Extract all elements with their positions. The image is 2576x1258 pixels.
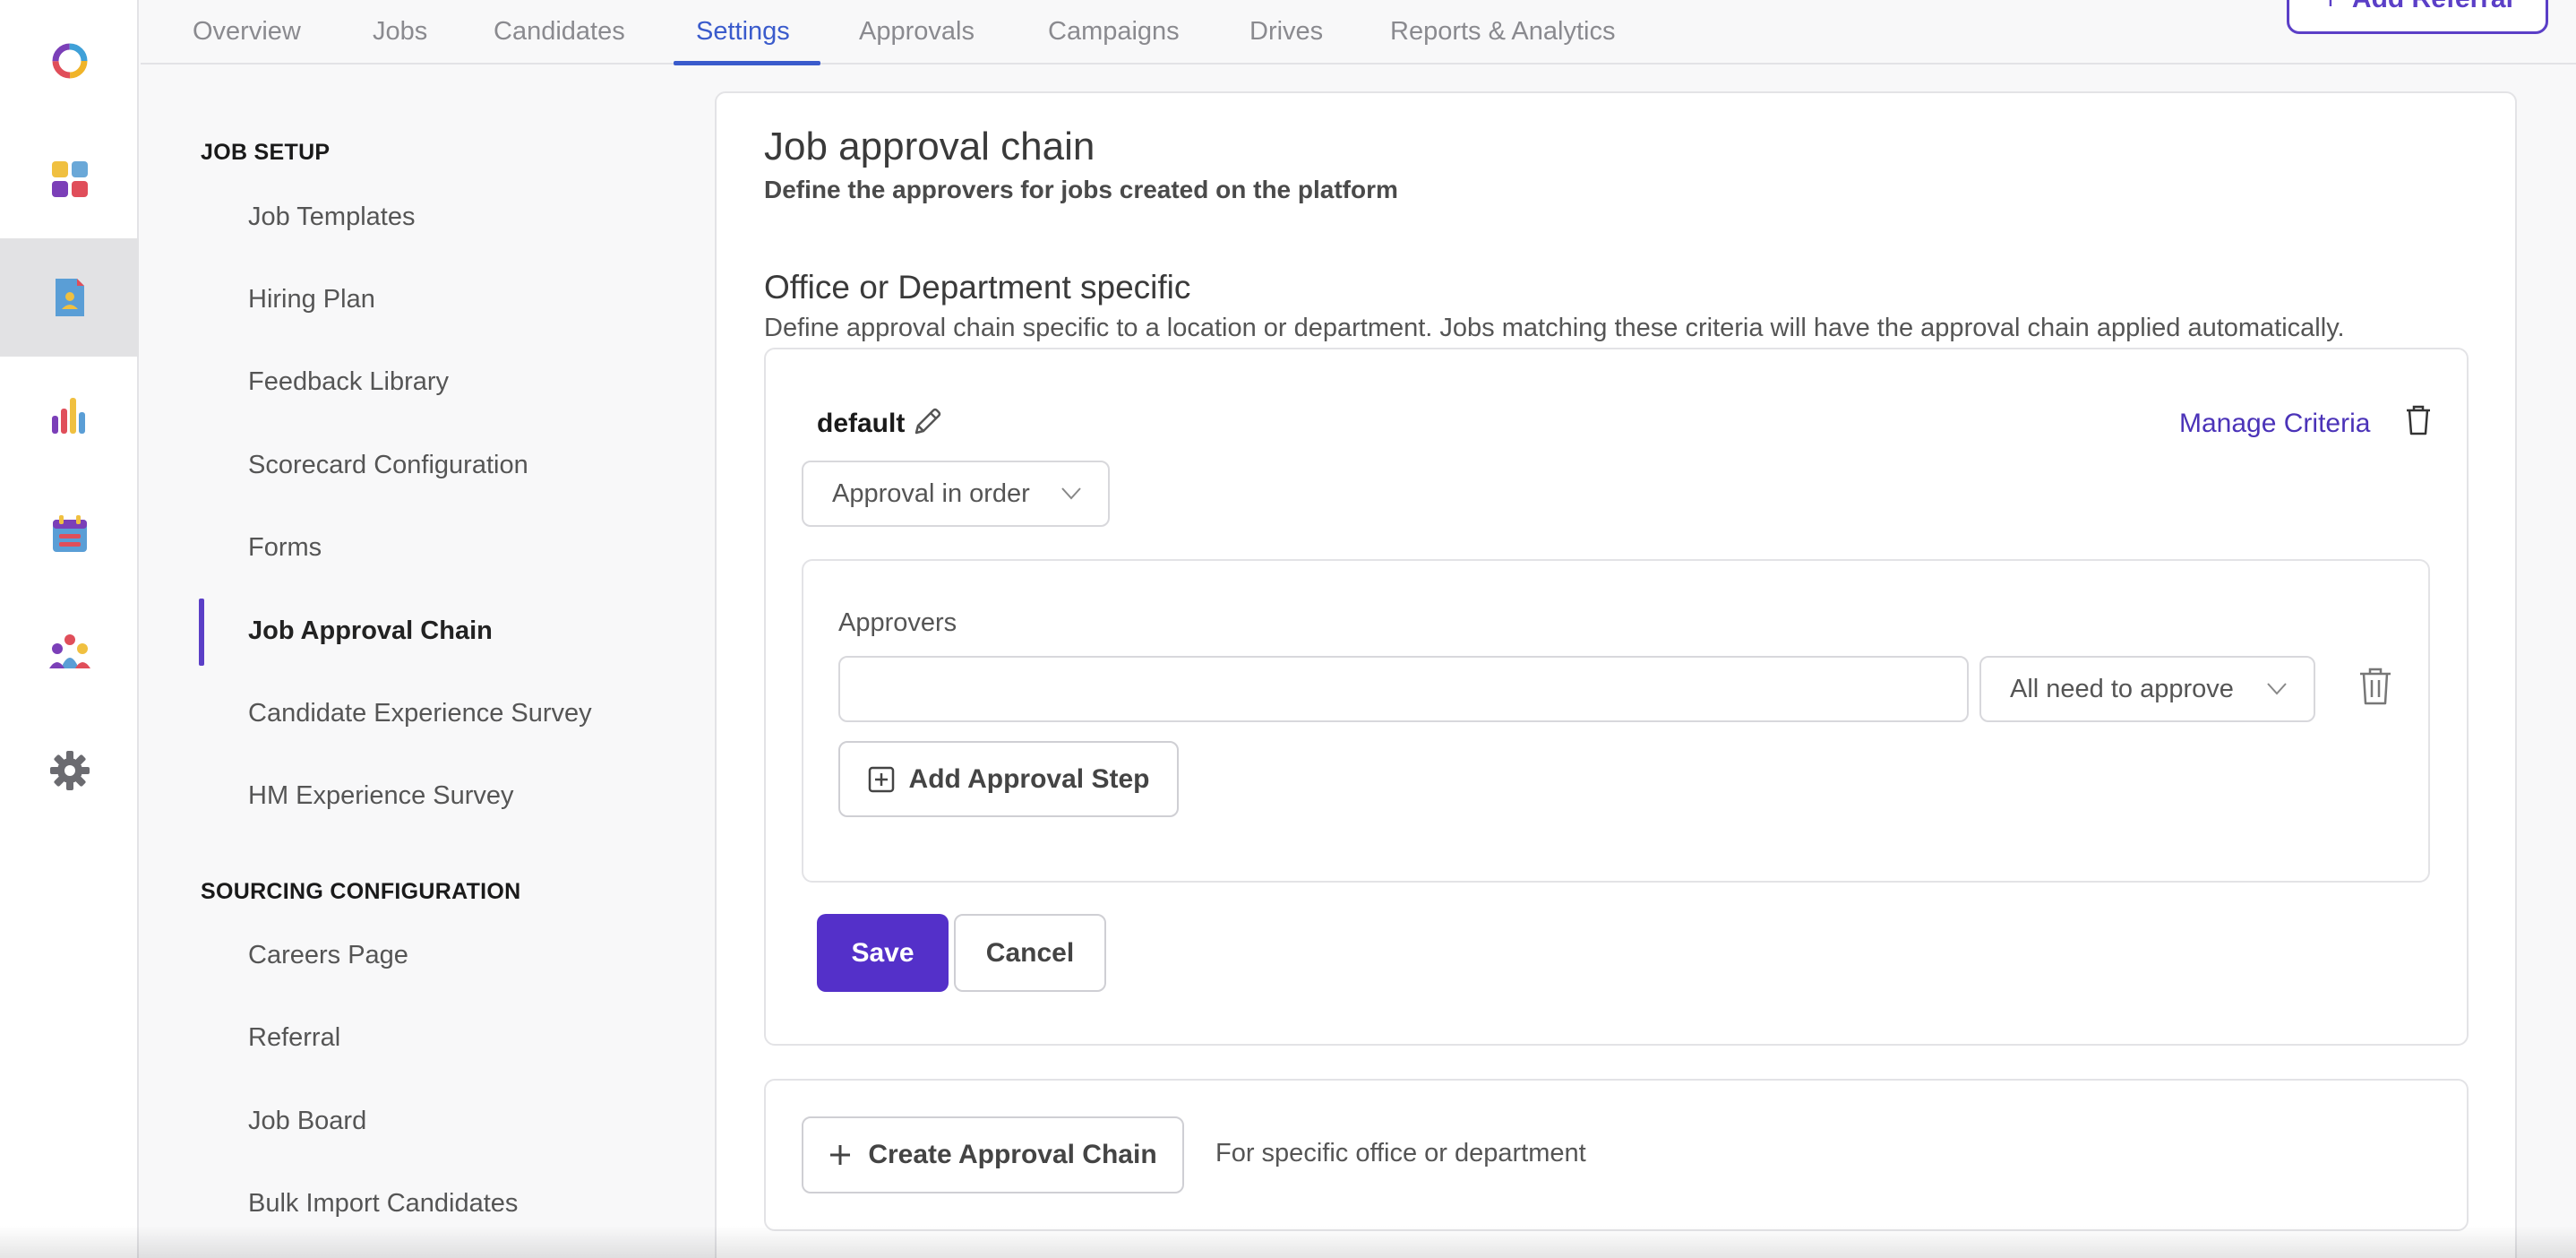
- sidebar-item-feedback-library[interactable]: Feedback Library: [248, 367, 449, 397]
- active-tab-indicator: [674, 61, 820, 65]
- sidebar-item-forms[interactable]: Forms: [248, 533, 322, 563]
- sidebar-item-hm-experience-survey[interactable]: HM Experience Survey: [248, 781, 514, 811]
- create-approval-chain-note: For specific office or department: [1215, 1139, 1586, 1168]
- create-approval-chain-label: Create Approval Chain: [868, 1140, 1157, 1169]
- cancel-button[interactable]: Cancel: [954, 914, 1106, 992]
- rail-item-dashboard[interactable]: [0, 120, 139, 238]
- plus-icon: +: [2322, 0, 2340, 17]
- sidebar-item-hiring-plan[interactable]: Hiring Plan: [248, 285, 375, 314]
- approval-rule-select[interactable]: All need to approve: [1979, 656, 2315, 722]
- sidebar-item-candidate-experience-survey[interactable]: Candidate Experience Survey: [248, 699, 592, 728]
- add-referral-label: Add Referral: [2352, 0, 2513, 14]
- page-subtitle: Define the approvers for jobs created on…: [764, 176, 1398, 203]
- tab-jobs[interactable]: Jobs: [373, 0, 427, 65]
- sidebar-item-job-templates[interactable]: Job Templates: [248, 202, 415, 232]
- tab-approvals[interactable]: Approvals: [859, 0, 975, 65]
- section-description: Define approval chain specific to a loca…: [764, 314, 2345, 342]
- sidebar-item-careers-page[interactable]: Careers Page: [248, 941, 408, 970]
- rail-item-home[interactable]: [0, 2, 139, 120]
- tab-drives[interactable]: Drives: [1249, 0, 1323, 65]
- create-approval-chain-button[interactable]: Create Approval Chain: [802, 1116, 1184, 1193]
- trash-icon[interactable]: [2358, 667, 2392, 706]
- icon-rail: [0, 0, 139, 1258]
- save-button[interactable]: Save: [817, 914, 949, 992]
- sidebar-section-sourcing: SOURCING CONFIGURATION: [201, 879, 521, 904]
- calendar-icon: [52, 515, 87, 552]
- section-title: Office or Department specific: [764, 269, 1191, 306]
- plus-square-icon: [868, 766, 894, 792]
- add-approval-step-button[interactable]: Add Approval Step: [838, 741, 1179, 817]
- dashboard-icon: [51, 161, 88, 197]
- approval-rule-value: All need to approve: [2010, 674, 2234, 703]
- gear-icon: [49, 751, 90, 790]
- add-referral-button[interactable]: + Add Referral: [2287, 0, 2548, 34]
- add-approval-step-label: Add Approval Step: [908, 763, 1150, 794]
- approval-order-value: Approval in order: [832, 478, 1030, 508]
- sidebar-item-scorecard-configuration[interactable]: Scorecard Configuration: [248, 451, 528, 480]
- tab-candidates[interactable]: Candidates: [494, 0, 625, 65]
- manage-criteria-link[interactable]: Manage Criteria: [2179, 409, 2370, 439]
- tab-overview[interactable]: Overview: [193, 0, 301, 65]
- chevron-down-icon: [1061, 487, 1081, 500]
- tab-reports-analytics[interactable]: Reports & Analytics: [1390, 0, 1615, 65]
- chevron-down-icon: [2267, 683, 2287, 695]
- sidebar-section-job-setup: JOB SETUP: [201, 140, 331, 165]
- approval-order-select[interactable]: Approval in order: [802, 461, 1110, 527]
- rail-item-candidates[interactable]: [0, 238, 139, 357]
- sidebar-item-referral[interactable]: Referral: [248, 1023, 340, 1053]
- rail-item-calendar[interactable]: [0, 475, 139, 593]
- sidebar-item-job-board[interactable]: Job Board: [248, 1107, 366, 1136]
- tab-campaigns[interactable]: Campaigns: [1048, 0, 1180, 65]
- rail-item-settings[interactable]: [0, 711, 139, 830]
- team-icon: [48, 634, 90, 668]
- pencil-icon[interactable]: [911, 406, 943, 438]
- tab-settings[interactable]: Settings: [696, 0, 790, 65]
- approver-input[interactable]: [838, 656, 1969, 722]
- brand-logo-icon: [52, 43, 87, 79]
- sidebar-item-job-approval-chain[interactable]: Job Approval Chain: [248, 616, 493, 646]
- plus-icon: [830, 1145, 851, 1165]
- page-title: Job approval chain: [764, 125, 1095, 168]
- rail-item-team[interactable]: [0, 593, 139, 711]
- rail-item-reports[interactable]: [0, 357, 139, 475]
- approvers-label: Approvers: [838, 608, 957, 637]
- sidebar-active-indicator: [199, 599, 204, 666]
- candidate-file-icon: [55, 279, 84, 316]
- trash-icon[interactable]: [2405, 404, 2432, 436]
- sidebar-item-bulk-import-candidates[interactable]: Bulk Import Candidates: [248, 1189, 518, 1219]
- reports-chart-icon: [51, 398, 85, 434]
- chain-name: default: [817, 409, 906, 438]
